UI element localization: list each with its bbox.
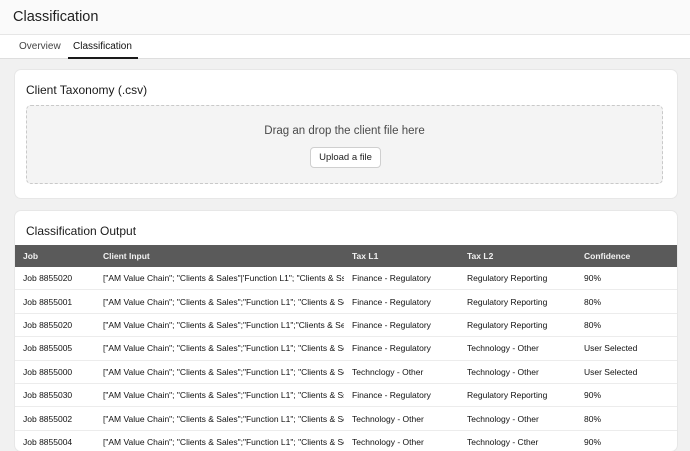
classification-table: Job Client Input Tax L1 Tax L2 Confidenc…	[15, 245, 677, 451]
cell-tax-l1: Finance - Regulatory	[344, 267, 459, 291]
cell-tax-l2: Regulatory Reporting	[459, 289, 576, 314]
table-header-row: Job Client Input Tax L1 Tax L2 Confidenc…	[15, 245, 677, 267]
upload-file-button[interactable]: Upload a file	[310, 147, 381, 168]
classification-output-card: Classification Output Job Client Input T…	[15, 211, 677, 451]
column-header-tax-l1[interactable]: Tax L1	[344, 245, 459, 267]
cell-confidence: 80%	[576, 406, 677, 431]
cell-job: Job 8855005	[15, 336, 95, 361]
cell-client-input: ["AM Value Chain"; "Clients & Sales";"Fu…	[95, 336, 344, 361]
cell-tax-l2: Technology - Other	[459, 360, 576, 384]
table-row[interactable]: Job 8855001 ["AM Value Chain"; "Clients …	[15, 289, 677, 314]
classification-output-title: Classification Output	[26, 224, 137, 238]
tab-bar: Overview Classification	[0, 34, 690, 59]
cell-confidence: User Selected	[576, 360, 677, 384]
active-tab-indicator	[68, 57, 138, 59]
column-header-tax-l2[interactable]: Tax L2	[459, 245, 576, 267]
cell-tax-l1: Finance - Regulatory	[344, 383, 459, 408]
column-header-job[interactable]: Job	[15, 245, 95, 267]
cell-confidence: 80%	[576, 289, 677, 314]
cell-tax-l1: Finance - Regulatory	[344, 336, 459, 361]
cell-tax-l1: Technology - Other	[344, 406, 459, 431]
cell-tax-l2: Regulatory Reporting	[459, 267, 576, 291]
cell-client-input: ["AM Value Chain"; "Clients & Sales"|'Fu…	[95, 267, 344, 291]
cell-client-input: ["AM Value Chain"; "Clients & Sales";"Fu…	[95, 383, 344, 408]
column-header-client-input[interactable]: Client Input	[95, 245, 344, 267]
table-row[interactable]: Job 8855000 ["AM Value Chain"; "Clients …	[15, 360, 677, 384]
cell-job: Job 8855000	[15, 360, 95, 384]
client-taxonomy-card: Client Taxonomy (.csv) Drag an drop the …	[15, 70, 677, 198]
tab-overview[interactable]: Overview	[19, 35, 61, 59]
column-header-confidence[interactable]: Confidence	[576, 245, 677, 267]
table-row[interactable]: Job 8855020 ["AM Value Chain"; "Clients …	[15, 267, 677, 291]
cell-tax-l2: Regulatory Reporting	[459, 383, 576, 408]
cell-job: Job 8855020	[15, 267, 95, 291]
cell-confidence: 90%	[576, 383, 677, 408]
cell-tax-l1: Finance - Regulatory	[344, 313, 459, 338]
cell-tax-l2: Regulatory Reporting	[459, 313, 576, 338]
cell-confidence: User Selected	[576, 336, 677, 361]
cell-job: Job 8855030	[15, 383, 95, 408]
client-taxonomy-title: Client Taxonomy (.csv)	[26, 83, 148, 97]
cell-confidence: 90%	[576, 267, 677, 291]
cell-tax-l2: Technology - Other	[459, 336, 576, 361]
cell-job: Job 8855002	[15, 406, 95, 431]
cell-tax-l1: Technclogy - Other	[344, 360, 459, 384]
table-row[interactable]: Job 8855005 ["AM Value Chain"; "Clients …	[15, 336, 677, 361]
cell-job: Job 8855020	[15, 313, 95, 338]
cell-client-input: ["AM Value Chain"; "Clients & Sales";"Fu…	[95, 360, 344, 384]
dropzone-text: Drag an drop the client file here	[264, 125, 425, 137]
tab-classification[interactable]: Classification	[73, 35, 132, 59]
table-row[interactable]: Job 8855030 ["AM Value Chain"; "Clients …	[15, 383, 677, 408]
cell-confidence: 80%	[576, 313, 677, 338]
file-dropzone[interactable]: Drag an drop the client file here Upload…	[26, 105, 663, 184]
cell-client-input: ["AM Value Chain"; "Clients & Sales";"Fu…	[95, 289, 344, 314]
top-bar: Classification	[0, 0, 690, 36]
cell-job: Job 8855001	[15, 289, 95, 314]
table-row[interactable]: Job 8855002 ["AM Value Chain"; "Clients …	[15, 406, 677, 431]
cell-client-input: ["AM Value Chain"; "Clients & Sales";"Fu…	[95, 313, 344, 338]
page-title: Classification	[13, 9, 99, 25]
cell-tax-l2: Technology - Other	[459, 406, 576, 431]
table-row[interactable]: Job 8855020 ["AM Value Chain"; "Clients …	[15, 313, 677, 338]
cell-tax-l1: Finance - Regulatory	[344, 289, 459, 314]
cell-client-input: ["AM Value Chain"; "Clients & Sales";"Fu…	[95, 406, 344, 431]
